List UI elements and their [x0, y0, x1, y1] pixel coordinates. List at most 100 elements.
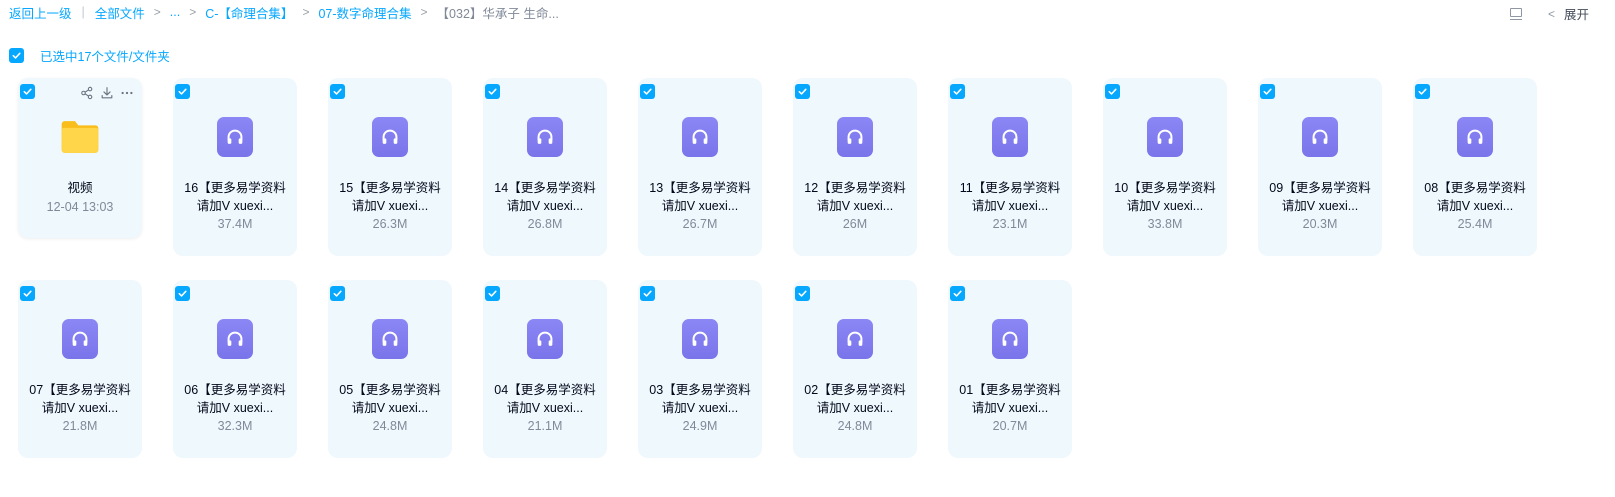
- audio-file-card[interactable]: 06【更多易学资料 请加V xuexi... 32.3M: [173, 280, 297, 458]
- file-name-line2: 请加V xuexi...: [506, 198, 584, 213]
- file-meta: 12-04 13:03: [46, 199, 114, 214]
- audio-file-card[interactable]: 13【更多易学资料 请加V xuexi... 26.7M: [638, 78, 762, 256]
- file-name-line2: 请加V xuexi...: [41, 400, 119, 415]
- file-checkbox[interactable]: [485, 84, 500, 99]
- file-name: 视频: [25, 180, 135, 198]
- audio-file-card[interactable]: 01【更多易学资料 请加V xuexi... 20.7M: [948, 280, 1072, 458]
- file-name: 09【更多易学资料 请加V xuexi...: [1265, 180, 1375, 215]
- chevron-left-icon[interactable]: <: [1548, 7, 1555, 21]
- select-all-checkbox[interactable]: [9, 48, 24, 63]
- audio-file-card[interactable]: 05【更多易学资料 请加V xuexi... 24.8M: [328, 280, 452, 458]
- expand-button[interactable]: 展开: [1564, 4, 1589, 23]
- file-name-line1: 08【更多易学资料: [1424, 181, 1526, 195]
- file-checkbox[interactable]: [640, 84, 655, 99]
- file-meta: 33.8M: [1147, 217, 1183, 231]
- file-name: 13【更多易学资料 请加V xuexi...: [645, 180, 755, 215]
- audio-file-card[interactable]: 03【更多易学资料 请加V xuexi... 24.9M: [638, 280, 762, 458]
- file-meta: 32.3M: [217, 419, 253, 433]
- file-thumbnail: [215, 318, 255, 360]
- file-checkbox[interactable]: [1105, 84, 1120, 99]
- file-meta: 25.4M: [1457, 217, 1493, 231]
- selection-count-label: 已选中17个文件/文件夹: [40, 50, 170, 64]
- file-name-line1: 12【更多易学资料: [804, 181, 906, 195]
- card-actions: [80, 86, 134, 100]
- file-checkbox[interactable]: [950, 286, 965, 301]
- audio-file-card[interactable]: 07【更多易学资料 请加V xuexi... 21.8M: [18, 280, 142, 458]
- file-checkbox[interactable]: [950, 84, 965, 99]
- file-checkbox[interactable]: [485, 286, 500, 301]
- file-checkbox[interactable]: [330, 286, 345, 301]
- audio-file-icon: [1457, 117, 1493, 157]
- breadcrumb-all-files[interactable]: 全部文件: [95, 3, 145, 22]
- file-name-line2: 请加V xuexi...: [1126, 198, 1204, 213]
- file-thumbnail: [215, 116, 255, 158]
- folder-icon: [61, 121, 99, 153]
- file-thumbnail: [990, 116, 1030, 158]
- audio-file-card[interactable]: 09【更多易学资料 请加V xuexi... 20.3M: [1258, 78, 1382, 256]
- audio-file-card[interactable]: 02【更多易学资料 请加V xuexi... 24.8M: [793, 280, 917, 458]
- audio-file-card[interactable]: 08【更多易学资料 请加V xuexi... 25.4M: [1413, 78, 1537, 256]
- list-view-icon[interactable]: [1509, 7, 1524, 20]
- file-name: 16【更多易学资料 请加V xuexi...: [180, 180, 290, 215]
- audio-file-icon: [992, 319, 1028, 359]
- breadcrumb-level2[interactable]: 07-数字命理合集: [318, 3, 411, 22]
- share-icon[interactable]: [80, 86, 94, 100]
- divider: |: [81, 5, 85, 19]
- file-checkbox[interactable]: [175, 286, 190, 301]
- audio-file-icon: [1147, 117, 1183, 157]
- file-name-line2: 请加V xuexi...: [351, 198, 429, 213]
- file-meta: 23.1M: [992, 217, 1028, 231]
- file-checkbox[interactable]: [175, 84, 190, 99]
- audio-file-card[interactable]: 15【更多易学资料 请加V xuexi... 26.3M: [328, 78, 452, 256]
- back-link[interactable]: 返回上一级: [9, 3, 72, 22]
- file-name-line2: 请加V xuexi...: [1281, 198, 1359, 213]
- folder-card[interactable]: 视频 12-04 13:03: [18, 78, 142, 238]
- file-thumbnail: [60, 116, 100, 158]
- file-thumbnail: [835, 116, 875, 158]
- file-name: 03【更多易学资料 请加V xuexi...: [645, 382, 755, 417]
- file-name: 15【更多易学资料 请加V xuexi...: [335, 180, 445, 215]
- breadcrumb-ellipsis[interactable]: ...: [170, 5, 180, 19]
- audio-file-card[interactable]: 04【更多易学资料 请加V xuexi... 21.1M: [483, 280, 607, 458]
- file-checkbox[interactable]: [20, 84, 35, 99]
- audio-file-card[interactable]: 11【更多易学资料 请加V xuexi... 23.1M: [948, 78, 1072, 256]
- file-meta: 26.8M: [527, 217, 563, 231]
- file-checkbox[interactable]: [795, 84, 810, 99]
- audio-file-icon: [837, 117, 873, 157]
- view-controls: < 展开: [1509, 4, 1589, 23]
- audio-file-icon: [527, 319, 563, 359]
- file-meta: 26.3M: [372, 217, 408, 231]
- file-checkbox[interactable]: [1415, 84, 1430, 99]
- file-thumbnail: [370, 116, 410, 158]
- file-checkbox[interactable]: [20, 286, 35, 301]
- audio-file-card[interactable]: 14【更多易学资料 请加V xuexi... 26.8M: [483, 78, 607, 256]
- more-icon[interactable]: [120, 86, 134, 100]
- file-checkbox[interactable]: [1260, 84, 1275, 99]
- breadcrumb: 返回上一级 | 全部文件 > ... > C-【命理合集】 > 07-数字命理合…: [9, 3, 559, 22]
- file-thumbnail: [1145, 116, 1185, 158]
- file-meta: 24.8M: [372, 419, 408, 433]
- file-name-line1: 11【更多易学资料: [959, 181, 1061, 195]
- file-checkbox[interactable]: [330, 84, 345, 99]
- audio-file-card[interactable]: 16【更多易学资料 请加V xuexi... 37.4M: [173, 78, 297, 256]
- file-thumbnail: [680, 116, 720, 158]
- audio-file-icon: [682, 117, 718, 157]
- file-name-line1: 视频: [67, 181, 93, 195]
- file-name-line2: 请加V xuexi...: [661, 400, 739, 415]
- file-name-line1: 02【更多易学资料: [804, 383, 906, 397]
- file-name: 07【更多易学资料 请加V xuexi...: [25, 382, 135, 417]
- file-name-line1: 07【更多易学资料: [29, 383, 131, 397]
- file-checkbox[interactable]: [640, 286, 655, 301]
- audio-file-card[interactable]: 12【更多易学资料 请加V xuexi... 26M: [793, 78, 917, 256]
- file-thumbnail: [60, 318, 100, 360]
- file-name-line1: 10【更多易学资料: [1114, 181, 1216, 195]
- download-icon[interactable]: [100, 86, 114, 100]
- breadcrumb-level1[interactable]: C-【命理合集】: [205, 3, 293, 22]
- file-checkbox[interactable]: [795, 286, 810, 301]
- file-name-line2: 请加V xuexi...: [971, 198, 1049, 213]
- file-meta: 24.9M: [682, 419, 718, 433]
- file-name: 01【更多易学资料 请加V xuexi...: [955, 382, 1065, 417]
- audio-file-card[interactable]: 10【更多易学资料 请加V xuexi... 33.8M: [1103, 78, 1227, 256]
- file-thumbnail: [525, 318, 565, 360]
- file-name-line1: 06【更多易学资料: [184, 383, 286, 397]
